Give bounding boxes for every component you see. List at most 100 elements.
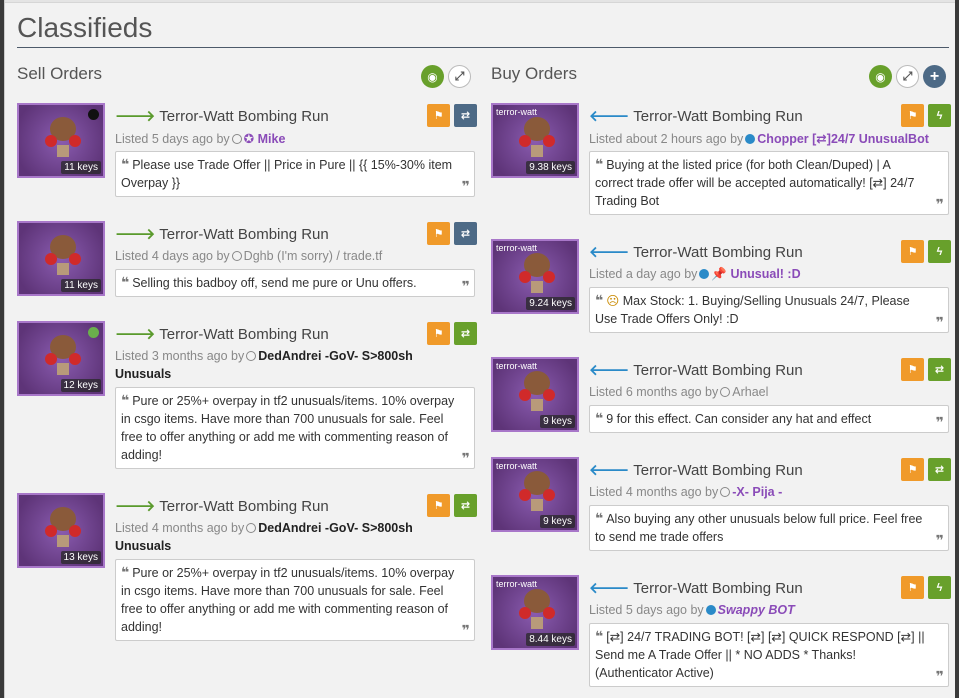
item-thumbnail[interactable]: 11 keys — [17, 103, 105, 178]
flag-icon[interactable]: ⚑ — [427, 104, 450, 127]
listing-actions: ⚑ ϟ — [901, 576, 951, 599]
flag-icon[interactable]: ⚑ — [901, 358, 924, 381]
sell-head-buttons: ◉ ⤢ — [421, 65, 471, 88]
price-tag: 8.44 keys — [526, 633, 575, 646]
hat-icon — [45, 507, 81, 547]
listing-meta: Listed about 2 hours ago by Chopper [⇄]24… — [589, 132, 929, 146]
flag-icon[interactable]: ⚑ — [427, 222, 450, 245]
item-name[interactable]: 🡐 Terror-Watt Bombing Run — [589, 578, 803, 597]
flag-icon[interactable]: ⚑ — [427, 494, 450, 517]
price-tag: 9.38 keys — [526, 161, 575, 174]
listing-actions: ⚑ ⇄ — [427, 322, 477, 345]
hat-icon — [519, 371, 555, 411]
lightning-icon[interactable]: ϟ — [928, 576, 951, 599]
page-title: Classifieds — [17, 12, 153, 43]
listing-meta: Listed a day ago by 📌 Unusual! :D — [589, 267, 801, 281]
hat-icon — [45, 235, 81, 275]
listing-actions: ⚑ ⇄ — [427, 494, 477, 517]
trade-icon[interactable]: ⇄ — [454, 222, 477, 245]
item-name[interactable]: 🡒 Terror-Watt Bombing Run — [115, 324, 329, 343]
trade-icon[interactable]: ⇄ — [454, 494, 477, 517]
classifieds-panel: Classifieds Sell Orders ◉ ⤢ 11 keys 🡒 Ter… — [4, 0, 955, 698]
listing-meta: Listed 4 days ago by Dghb (I'm sorry) / t… — [115, 249, 383, 263]
listing-message: ❝ 9 for this effect. Can consider any hat… — [589, 405, 949, 433]
buy-listing: terror-watt 9 keys 🡐 Terror-Watt Bombing … — [491, 457, 951, 552]
title-divider — [17, 47, 949, 48]
item-thumbnail[interactable]: terror-watt 9.24 keys — [491, 239, 579, 314]
flag-icon[interactable]: ⚑ — [901, 104, 924, 127]
listing-meta: Listed 4 months ago by DedAndrei -GoV- S>… — [115, 521, 413, 535]
eye-icon[interactable]: ◉ — [869, 65, 892, 88]
price-tag: 11 keys — [61, 279, 101, 292]
trade-icon[interactable]: ⇄ — [454, 322, 477, 345]
user-name-continued: Unusuals — [115, 539, 172, 553]
sell-listing: 11 keys 🡒 Terror-Watt Bombing Run ⚑ ⇄ Lis… — [17, 221, 477, 301]
listing-meta: Listed 5 days ago by ✪ Mike — [115, 132, 286, 146]
lightning-icon[interactable]: ϟ — [928, 240, 951, 263]
item-thumbnail[interactable]: 12 keys — [17, 321, 105, 396]
hat-icon — [519, 471, 555, 511]
sell-listing: 12 keys 🡒 Terror-Watt Bombing Run ⚑ ⇄ Lis… — [17, 321, 477, 471]
buy-head-buttons: ◉ ⤢ + — [869, 65, 946, 88]
flag-icon[interactable]: ⚑ — [427, 322, 450, 345]
listing-message: ❝ ☹ Max Stock: 1. Buying/Selling Unusuals… — [589, 287, 949, 333]
listing-meta: Listed 3 months ago by DedAndrei -GoV- S>… — [115, 349, 413, 363]
item-name[interactable]: 🡐 Terror-Watt Bombing Run — [589, 360, 803, 379]
listing-meta: Listed 5 days ago by Swappy BOT — [589, 603, 795, 617]
hat-icon — [45, 117, 81, 157]
status-dot — [88, 327, 99, 338]
expand-icon[interactable]: ⤢ — [896, 65, 919, 88]
eye-icon[interactable]: ◉ — [421, 65, 444, 88]
listing-message: ❝ Buying at the listed price (for both Cl… — [589, 151, 949, 215]
buy-listing: terror-watt 8.44 keys 🡐 Terror-Watt Bombi… — [491, 575, 951, 690]
price-tag: 12 keys — [60, 379, 101, 392]
price-tag: 9 keys — [540, 415, 575, 428]
listing-actions: ⚑ ⇄ — [901, 358, 951, 381]
item-thumbnail[interactable]: terror-watt 9.38 keys — [491, 103, 579, 178]
listing-meta: Listed 6 months ago by Arhael — [589, 385, 769, 399]
buy-listing: terror-watt 9.24 keys 🡐 Terror-Watt Bombi… — [491, 239, 951, 339]
trade-icon[interactable]: ⇄ — [454, 104, 477, 127]
listing-meta: Listed 4 months ago by -X- Pija - — [589, 485, 783, 499]
flag-icon[interactable]: ⚑ — [901, 576, 924, 599]
buy-listing: terror-watt 9.38 keys 🡐 Terror-Watt Bombi… — [491, 103, 951, 218]
trade-icon[interactable]: ⇄ — [928, 358, 951, 381]
price-tag: 9.24 keys — [526, 297, 575, 310]
hat-icon — [519, 117, 555, 157]
listing-message: ❝ Selling this badboy off, send me pure o… — [115, 269, 475, 297]
item-thumbnail[interactable]: 11 keys — [17, 221, 105, 296]
listing-message: ❝ Pure or 25%+ overpay in tf2 unusuals/it… — [115, 559, 475, 641]
status-dot — [88, 109, 99, 120]
flag-icon[interactable]: ⚑ — [901, 240, 924, 263]
expand-icon[interactable]: ⤢ — [448, 65, 471, 88]
hat-icon — [519, 589, 555, 629]
price-tag: 9 keys — [540, 515, 575, 528]
price-tag: 11 keys — [61, 161, 101, 174]
hat-icon — [519, 253, 555, 293]
item-name[interactable]: 🡒 Terror-Watt Bombing Run — [115, 106, 329, 125]
item-thumbnail[interactable]: 13 keys — [17, 493, 105, 568]
sell-listing: 13 keys 🡒 Terror-Watt Bombing Run ⚑ ⇄ Lis… — [17, 493, 477, 643]
item-name[interactable]: 🡒 Terror-Watt Bombing Run — [115, 496, 329, 515]
listing-message: ❝ Also buying any other unusuals below fu… — [589, 505, 949, 551]
item-name[interactable]: 🡐 Terror-Watt Bombing Run — [589, 460, 803, 479]
emoji-icon: ☹ — [606, 294, 620, 308]
item-thumbnail[interactable]: terror-watt 8.44 keys — [491, 575, 579, 650]
plus-icon[interactable]: + — [923, 65, 946, 88]
item-thumbnail[interactable]: terror-watt 9 keys — [491, 357, 579, 432]
buy-listing: terror-watt 9 keys 🡐 Terror-Watt Bombing … — [491, 357, 951, 437]
item-name[interactable]: 🡐 Terror-Watt Bombing Run — [589, 242, 803, 261]
listing-message: ❝ Pure or 25%+ overpay in tf2 unusuals/it… — [115, 387, 475, 469]
user-name-continued: Unusuals — [115, 367, 172, 381]
listing-actions: ⚑ ϟ — [901, 240, 951, 263]
trade-icon[interactable]: ⇄ — [928, 458, 951, 481]
hat-icon — [45, 335, 81, 375]
buy-orders-heading: Buy Orders — [491, 64, 577, 83]
item-thumbnail[interactable]: terror-watt 9 keys — [491, 457, 579, 532]
item-name[interactable]: 🡐 Terror-Watt Bombing Run — [589, 106, 803, 125]
listing-actions: ⚑ ⇄ — [901, 458, 951, 481]
listing-actions: ⚑ ϟ — [901, 104, 951, 127]
lightning-icon[interactable]: ϟ — [928, 104, 951, 127]
flag-icon[interactable]: ⚑ — [901, 458, 924, 481]
item-name[interactable]: 🡒 Terror-Watt Bombing Run — [115, 224, 329, 243]
